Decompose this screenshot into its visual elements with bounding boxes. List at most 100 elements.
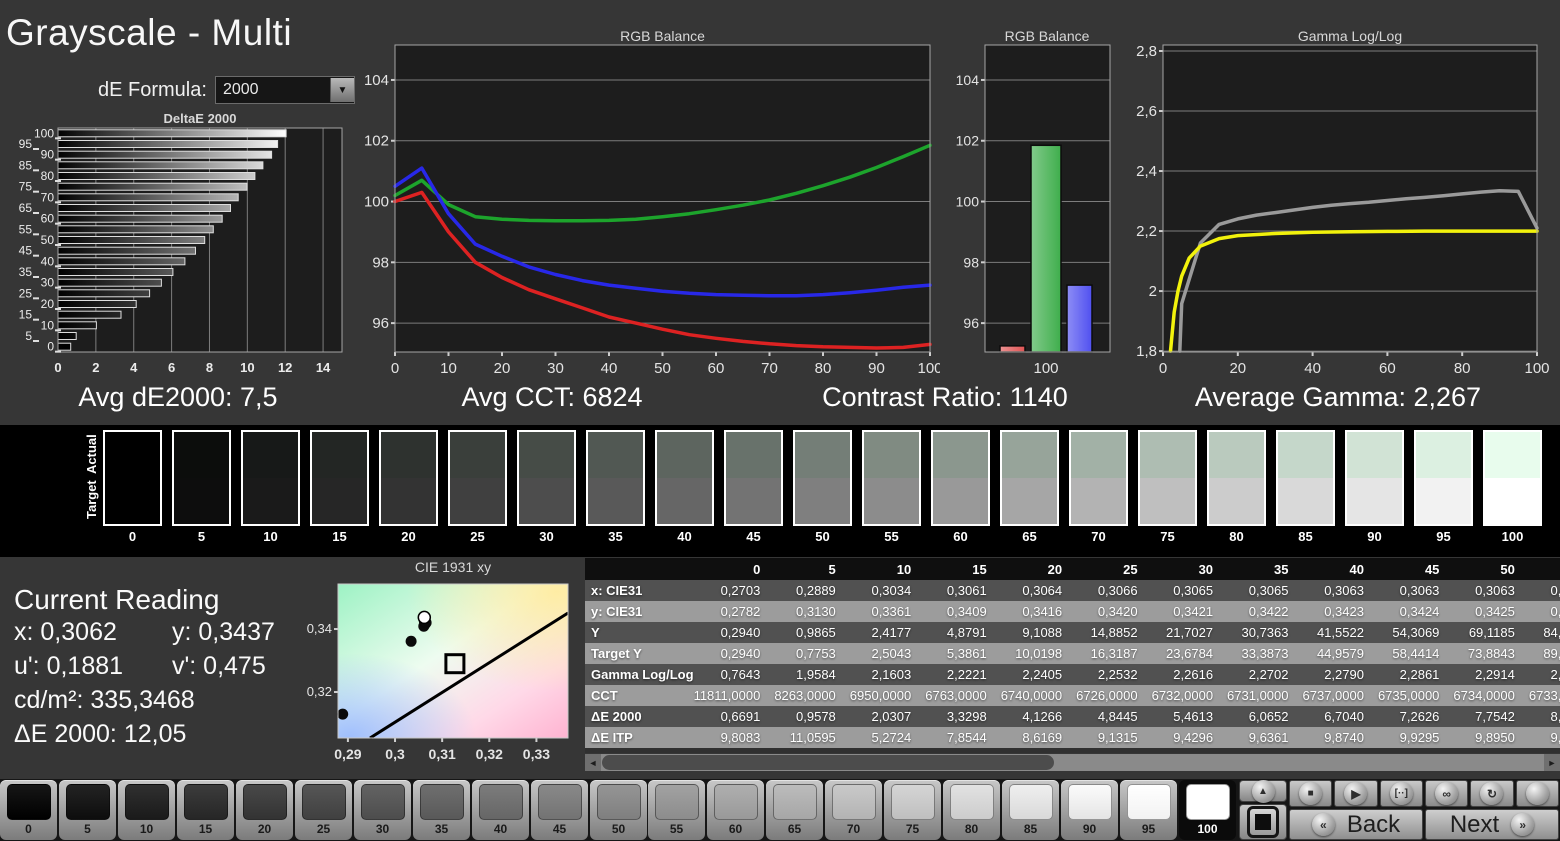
table-row-label: ΔE ITP	[585, 727, 694, 748]
patch-button-50[interactable]: 50	[590, 780, 647, 840]
patch-button-55[interactable]: 55	[648, 780, 705, 840]
svg-text:0: 0	[47, 340, 54, 354]
patch-chip	[302, 784, 346, 820]
patch-label: 50	[590, 822, 647, 836]
swatch-actual	[243, 432, 298, 478]
svg-text:100: 100	[956, 194, 980, 210]
table-cell: 6950,0000	[850, 685, 925, 706]
reading-x: x: 0,3062	[14, 618, 117, 647]
patch-button-90[interactable]: 90	[1061, 780, 1118, 840]
table-cell: 7,2626	[1378, 706, 1453, 727]
svg-text:RGB Balance: RGB Balance	[1005, 28, 1090, 44]
patch-button-85[interactable]: 85	[1002, 780, 1059, 840]
patch-chip	[1009, 784, 1053, 820]
table-cell: 8,2034	[1529, 706, 1560, 727]
svg-text:102: 102	[364, 133, 389, 150]
swatch-label: 15	[310, 529, 369, 544]
patch-button-10[interactable]: 10	[118, 780, 175, 840]
table-cell: 2,2221	[925, 664, 1000, 685]
patch-button-100[interactable]: 100	[1179, 780, 1236, 840]
custom-pattern-button[interactable]: [··]	[1380, 780, 1423, 807]
table-cell: 0,2703	[694, 580, 775, 601]
table-cell: 23,6784	[1152, 643, 1227, 664]
svg-text:80: 80	[1454, 360, 1471, 377]
patch-button-15[interactable]: 15	[177, 780, 234, 840]
svg-text:98: 98	[963, 254, 979, 270]
swatch-actual	[588, 432, 643, 478]
scrollbar-thumb[interactable]	[602, 755, 1054, 770]
swatch-actual	[1347, 432, 1402, 478]
svg-text:96: 96	[372, 315, 389, 332]
extra-button[interactable]	[1516, 780, 1559, 807]
refresh-button[interactable]: ↻	[1470, 780, 1513, 807]
back-button[interactable]: « Back	[1289, 809, 1423, 840]
de-formula-dropdown[interactable]: 2000 ▼	[215, 76, 355, 104]
svg-text:0: 0	[1159, 360, 1167, 377]
svg-text:DeltaE 2000: DeltaE 2000	[164, 112, 237, 126]
svg-text:0,33: 0,33	[523, 746, 550, 762]
pattern-up-button[interactable]: ▲	[1239, 780, 1287, 802]
table-cell: 9,1088	[1001, 622, 1076, 643]
svg-text:75: 75	[19, 180, 33, 194]
patch-button-35[interactable]: 35	[413, 780, 470, 840]
svg-text:102: 102	[956, 133, 980, 149]
patch-button-20[interactable]: 20	[236, 780, 293, 840]
patch-button-0[interactable]: 0	[0, 780, 57, 840]
patch-label: 30	[354, 822, 411, 836]
average-gamma-stat: Average Gamma: 2,267	[1143, 382, 1533, 413]
table-cell: 0,3065	[1227, 580, 1302, 601]
swatch-45	[724, 430, 783, 526]
reading-de2000: ΔE 2000: 12,05	[14, 720, 186, 749]
pattern-window-button[interactable]	[1239, 804, 1287, 840]
patch-button-30[interactable]: 30	[354, 780, 411, 840]
swatch-target	[1071, 478, 1126, 524]
patch-button-95[interactable]: 95	[1120, 780, 1177, 840]
patch-label: 100	[1179, 822, 1236, 836]
patch-button-40[interactable]: 40	[472, 780, 529, 840]
swatch-80	[1207, 430, 1266, 526]
patch-button-5[interactable]: 5	[59, 780, 116, 840]
table-column-header: 40	[1303, 558, 1378, 580]
stop-button[interactable]: ■	[1289, 780, 1332, 807]
swatch-target	[105, 478, 160, 524]
patch-button-70[interactable]: 70	[825, 780, 882, 840]
custom-pattern-icon: [··]	[1390, 782, 1413, 805]
patch-button-75[interactable]: 75	[884, 780, 941, 840]
swatch-target	[450, 478, 505, 524]
table-column-header: 0	[694, 558, 775, 580]
patch-button-25[interactable]: 25	[295, 780, 352, 840]
table-cell: 8,6169	[1001, 727, 1076, 748]
scroll-left-icon[interactable]: ◄	[585, 754, 601, 771]
table-cell: 9,9295	[1378, 727, 1453, 748]
de-formula-label: dE Formula:	[98, 79, 207, 102]
table-cell: 0,3063	[1378, 580, 1453, 601]
patch-button-65[interactable]: 65	[766, 780, 823, 840]
next-button[interactable]: Next »	[1425, 809, 1559, 840]
swatch-85	[1276, 430, 1335, 526]
swatch-15	[310, 430, 369, 526]
svg-text:80: 80	[41, 169, 55, 183]
svg-text:12: 12	[278, 360, 292, 375]
svg-text:100: 100	[34, 126, 54, 140]
swatch-label: 50	[793, 529, 852, 544]
avg-cct-stat: Avg CCT: 6824	[377, 382, 727, 413]
table-scrollbar[interactable]: ◄ ►	[585, 754, 1560, 771]
patch-button-45[interactable]: 45	[531, 780, 588, 840]
loop-button[interactable]: ∞	[1425, 780, 1468, 807]
table-cell: 4,1266	[1001, 706, 1076, 727]
patch-chip	[950, 784, 994, 820]
play-icon: ▶	[1344, 782, 1367, 805]
play-button[interactable]: ▶	[1334, 780, 1377, 807]
table-cell: 6,7040	[1303, 706, 1378, 727]
patch-button-80[interactable]: 80	[943, 780, 1000, 840]
table-cell: 0,3066	[1076, 580, 1151, 601]
svg-text:20: 20	[41, 297, 55, 311]
table-column-header: 30	[1152, 558, 1227, 580]
table-cell: 6,0652	[1227, 706, 1302, 727]
svg-text:0: 0	[54, 360, 61, 375]
scroll-right-icon[interactable]: ►	[1544, 754, 1560, 771]
patch-button-60[interactable]: 60	[707, 780, 764, 840]
table-column-header: 35	[1227, 558, 1302, 580]
table-cell: 6726,0000	[1076, 685, 1151, 706]
patch-label: 95	[1120, 822, 1177, 836]
